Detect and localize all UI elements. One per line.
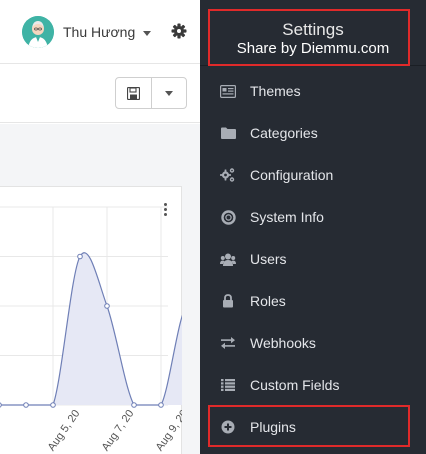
top-bar: Thu Hương [0, 0, 200, 64]
settings-item-label: Categories [250, 125, 318, 141]
chart-point [23, 402, 29, 408]
settings-item-label: Users [250, 251, 287, 267]
avatar[interactable] [22, 16, 54, 48]
chart-area-fill [0, 252, 182, 405]
settings-item-roles[interactable]: Roles [200, 280, 426, 322]
settings-item-label: Webhooks [250, 335, 316, 351]
users-icon [220, 251, 236, 267]
chart-point [77, 253, 83, 260]
settings-item-label: Configuration [250, 167, 334, 183]
chart-x-tick-label: Aug 7, 20 [100, 408, 137, 453]
list-icon [220, 377, 236, 393]
settings-title: Settings [282, 20, 344, 39]
app-window: Thu Hương Aug 5, 20 Aug 7, 20 Aug 9, 20 … [0, 0, 426, 454]
area-chart: Aug 5, 20Aug 7, 20Aug 9, 20Aug 12, 20 [0, 206, 182, 453]
chart-point [104, 303, 110, 309]
settings-item-themes[interactable]: Themes [200, 70, 426, 112]
settings-item-users[interactable]: Users [200, 238, 426, 280]
caret-down-icon [165, 90, 173, 96]
user-name[interactable]: Thu Hương [63, 24, 135, 40]
save-button[interactable] [116, 78, 152, 108]
folder-icon [220, 125, 236, 141]
settings-item-label: Custom Fields [250, 377, 340, 393]
floppy-icon [127, 86, 140, 100]
save-button-group [115, 77, 187, 109]
settings-item-plugins[interactable]: Plugins [200, 406, 426, 448]
chart-point [131, 402, 137, 408]
user-menu[interactable]: Thu Hương [22, 14, 152, 50]
content-header [0, 65, 200, 123]
settings-item-webhooks[interactable]: Webhooks [200, 322, 426, 364]
chart-card: Aug 5, 20Aug 7, 20Aug 9, 20Aug 12, 20 [0, 186, 182, 454]
lock-icon [220, 293, 236, 309]
settings-menu: Themes Categories Configuration System I… [200, 70, 426, 448]
settings-header: Settings Share by Diemmu.com [200, 0, 426, 66]
settings-item-custom-fields[interactable]: Custom Fields [200, 364, 426, 406]
settings-item-system-info[interactable]: System Info [200, 196, 426, 238]
settings-panel: Settings Share by Diemmu.com Themes Cate… [200, 0, 426, 454]
life-ring-icon [220, 209, 236, 225]
exchange-icon [220, 335, 236, 351]
watermark-text: Share by Diemmu.com [236, 40, 390, 57]
settings-item-configuration[interactable]: Configuration [200, 154, 426, 196]
save-options-dropdown[interactable] [152, 78, 186, 108]
settings-item-label: Themes [250, 83, 301, 99]
newspaper-icon [220, 83, 236, 99]
chevron-down-icon[interactable] [143, 30, 152, 36]
cogs-icon [220, 167, 236, 183]
settings-item-categories[interactable]: Categories [200, 112, 426, 154]
settings-item-label: Plugins [250, 419, 296, 435]
gear-icon[interactable] [168, 20, 190, 42]
chart-point [50, 402, 56, 408]
chart-point [0, 402, 2, 408]
main-content: Aug 5, 20Aug 7, 20Aug 9, 20Aug 12, 20 [0, 124, 200, 454]
plus-circle-icon [220, 419, 236, 435]
settings-item-label: System Info [250, 209, 324, 225]
settings-item-label: Roles [250, 293, 286, 309]
chart-x-tick-label: Aug 9, 20 [154, 408, 182, 453]
chart-x-tick-label: Aug 5, 20 [46, 408, 83, 453]
chart-point [158, 402, 164, 408]
